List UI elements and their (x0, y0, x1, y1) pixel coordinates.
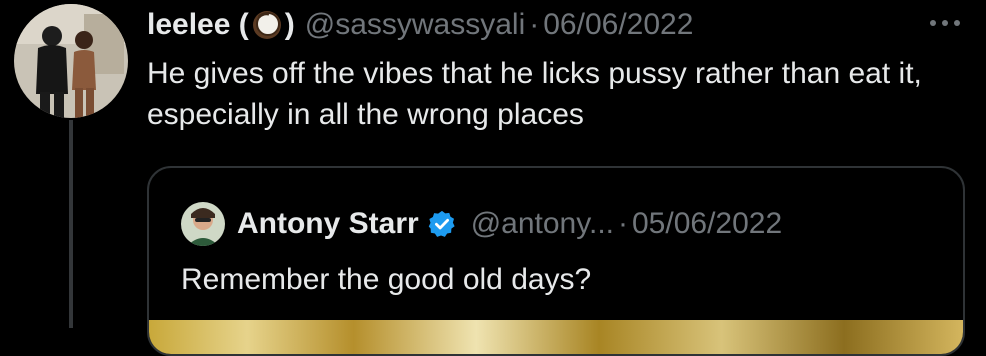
author-avatar[interactable] (14, 4, 128, 118)
author-display-name[interactable]: leelee ( ) (147, 5, 295, 45)
coconut-icon (252, 11, 281, 39)
quoted-separator-dot: · (618, 207, 628, 240)
separator-dot: · (529, 8, 540, 41)
quoted-tweet-media[interactable] (149, 320, 963, 354)
tweet-header: leelee ( ) @sassywassyali · 06/06/2022 (147, 5, 693, 45)
thread-connector-line (69, 120, 73, 328)
more-horizontal-icon[interactable] (928, 18, 962, 28)
tweet-text: He gives off the vibes that he licks pus… (147, 57, 922, 131)
quoted-tweet-text: Remember the good old days? (181, 263, 592, 296)
display-name-suffix: ) (284, 8, 295, 41)
author-handle[interactable]: @sassywassyali (305, 5, 526, 45)
quoted-author-avatar[interactable] (181, 202, 225, 246)
quoted-author-handle[interactable]: @antony... (471, 207, 614, 241)
quoted-tweet-header: Antony Starr @antony... · 05/06/2022 (181, 202, 782, 246)
display-name-text: leelee ( (147, 8, 249, 41)
tweet-date[interactable]: 06/06/2022 (543, 5, 693, 45)
quoted-author-display-name[interactable]: Antony Starr (237, 207, 419, 241)
quoted-tweet-date[interactable]: 05/06/2022 (632, 207, 782, 241)
verified-badge-icon (428, 210, 455, 237)
